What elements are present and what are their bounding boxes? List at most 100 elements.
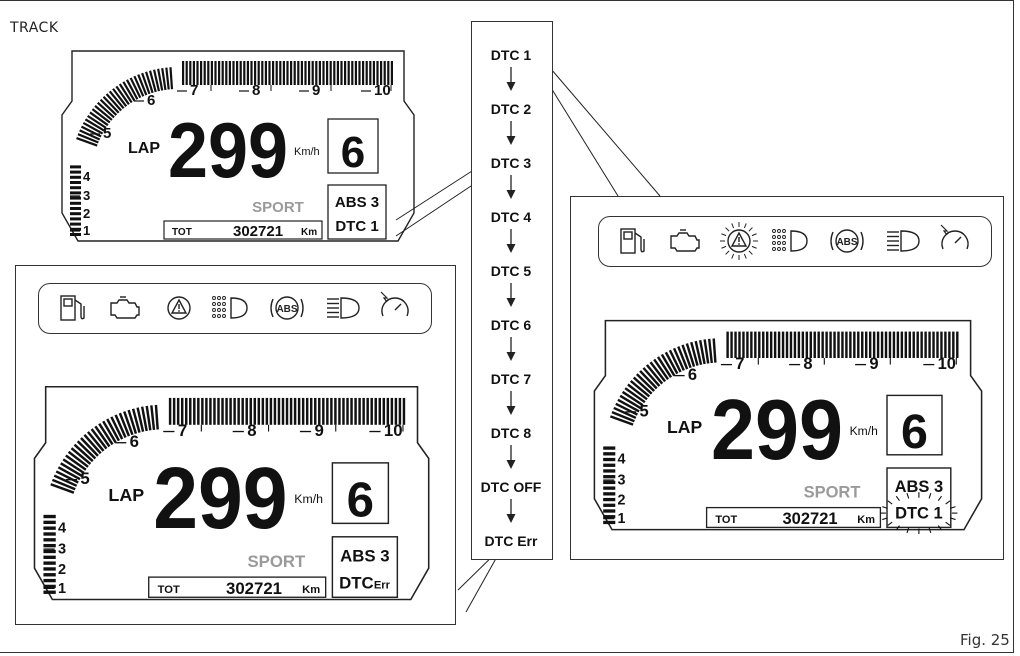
gear-value: 6 [347, 473, 374, 528]
dtc-item: DTC 7 [490, 371, 532, 387]
svg-text:ABS: ABS [276, 304, 297, 315]
gear-value: 6 [341, 128, 365, 177]
tick-label: 9 [314, 421, 323, 440]
tick-label: 4 [58, 520, 67, 536]
parking-light-icon-slot [209, 290, 253, 331]
tick-label: 6 [147, 92, 155, 109]
riding-mode: SPORT [252, 199, 304, 216]
dtc-level: DTC 1 [895, 505, 943, 523]
abs-level: ABS 3 [335, 194, 379, 211]
down-arrow-icon [506, 67, 516, 91]
dtc-item: DTC 2 [490, 101, 532, 117]
tick-label: 10 [384, 421, 403, 440]
engine-icon-slot [663, 223, 707, 264]
speed-limiter-icon [380, 291, 409, 317]
tick-label: 3 [58, 542, 66, 558]
lap-label: LAP [128, 140, 160, 157]
warning-icon [720, 222, 758, 260]
warning-icon [167, 296, 191, 320]
tick-label: 1 [58, 581, 66, 597]
high-beam-icon-slot [881, 223, 925, 264]
tick-label: 8 [247, 421, 256, 440]
speed-limiter-icon-slot [933, 223, 977, 264]
dtc-item: DTC Err [484, 533, 538, 549]
dashboard-svg: 1234567 8 9 10LAP 299 Km/h 6SPORTTOT 302721 KmAB… [593, 319, 983, 534]
dtc-level: DTC 1 [335, 218, 378, 235]
abs-icon-slot: ABS [265, 290, 309, 331]
dtc-item: DTC 6 [490, 317, 532, 333]
speed-value: 299 [153, 449, 287, 547]
fuel-icon-slot [611, 223, 655, 264]
tick-label: 3 [83, 188, 90, 203]
odometer-unit: Km [857, 514, 875, 526]
high-beam-icon [887, 230, 920, 252]
parking-light-icon [772, 229, 808, 252]
engine-icon-slot [103, 290, 147, 331]
tick-label: 7 [178, 421, 187, 440]
warning-light-bar-left: ABS [38, 283, 432, 334]
odometer-value: 302721 [233, 223, 283, 240]
tick-label: 6 [130, 432, 139, 451]
tick-label: 10 [374, 82, 391, 99]
parking-light-icon-slot [769, 223, 813, 264]
dtc-item: DTC 8 [490, 425, 532, 441]
warning-icon-slot [717, 222, 761, 264]
high-beam-icon-slot [321, 290, 365, 331]
down-arrow-icon [506, 121, 516, 145]
dtc-level: DTC [339, 573, 374, 592]
tick-label: 5 [103, 125, 111, 142]
tick-label: 8 [252, 82, 260, 99]
fuel-icon [620, 228, 645, 254]
abs-icon: ABS [830, 229, 864, 253]
speed-value: 299 [168, 106, 288, 194]
lap-label: LAP [108, 485, 144, 505]
dashboard-display-top: 1 2 3 4 5 6 7 8 9 10 LAP 299 Km/h 6 SPORT TOT 302721 Km AB… [58, 45, 418, 250]
riding-mode: SPORT [804, 484, 861, 502]
tick-label: 6 [688, 366, 697, 384]
odometer-label: TOT [172, 227, 192, 238]
down-arrow-icon [506, 175, 516, 199]
odometer-label: TOT [158, 584, 180, 596]
tick-label: 4 [83, 169, 91, 184]
down-arrow-icon [506, 229, 516, 253]
odometer-label: TOT [715, 514, 737, 526]
tick-label: 9 [869, 355, 878, 373]
dtc-item: DTC OFF [480, 479, 542, 495]
tick-label: 1 [618, 511, 626, 527]
abs-icon-slot: ABS [825, 223, 869, 264]
speed-unit: Km/h [850, 424, 878, 438]
tick-label: 3 [618, 473, 626, 489]
tick-label: 9 [312, 82, 320, 99]
gear-value: 6 [901, 405, 928, 459]
down-arrow-icon [506, 337, 516, 361]
dashboard-display-right: 1 2 3 4 5 6 7 8 9 10 LAP 299 Km/h 6 SPORT TOT 302721 Km AB… [590, 314, 986, 539]
down-arrow-icon [506, 499, 516, 523]
down-arrow-icon [506, 445, 516, 469]
fuel-icon-slot [51, 290, 95, 331]
dtc-item: DTC 1 [490, 47, 532, 63]
tick-label: 8 [803, 355, 812, 373]
tick-label: 2 [618, 492, 626, 508]
odometer-value: 302721 [226, 579, 282, 598]
odometer-unit: Km [301, 227, 317, 238]
tick-label: 2 [58, 562, 66, 578]
speed-unit: Km/h [294, 146, 320, 158]
tick-label: 10 [938, 355, 956, 373]
lap-label: LAP [667, 417, 702, 437]
tick-label: 5 [640, 402, 649, 420]
tick-label: 7 [735, 355, 744, 373]
tick-label: 4 [618, 452, 626, 468]
riding-mode: SPORT [247, 552, 306, 571]
speed-unit: Km/h [294, 492, 323, 506]
dashboard-svg: 1 2 3 4 5 6 7 8 9 10 LAP 299 Km/h 6 SPORT TOT 302721 Km AB… [61, 50, 415, 242]
abs-icon: ABS [270, 296, 304, 320]
tick-label: 2 [83, 206, 90, 221]
tick-label: 7 [190, 82, 198, 99]
warning-light-bar-right: ABS [598, 216, 992, 267]
engine-icon [670, 229, 700, 252]
down-arrow-icon [506, 283, 516, 307]
tick-label: 1 [83, 223, 90, 238]
engine-icon [110, 296, 140, 319]
dashboard-display-left: 1 2 3 4 5 6 7 8 9 10 LAP 299 Km/h 6 SPORT TOT 302721 Km AB… [30, 380, 433, 609]
abs-level: ABS 3 [340, 546, 389, 565]
